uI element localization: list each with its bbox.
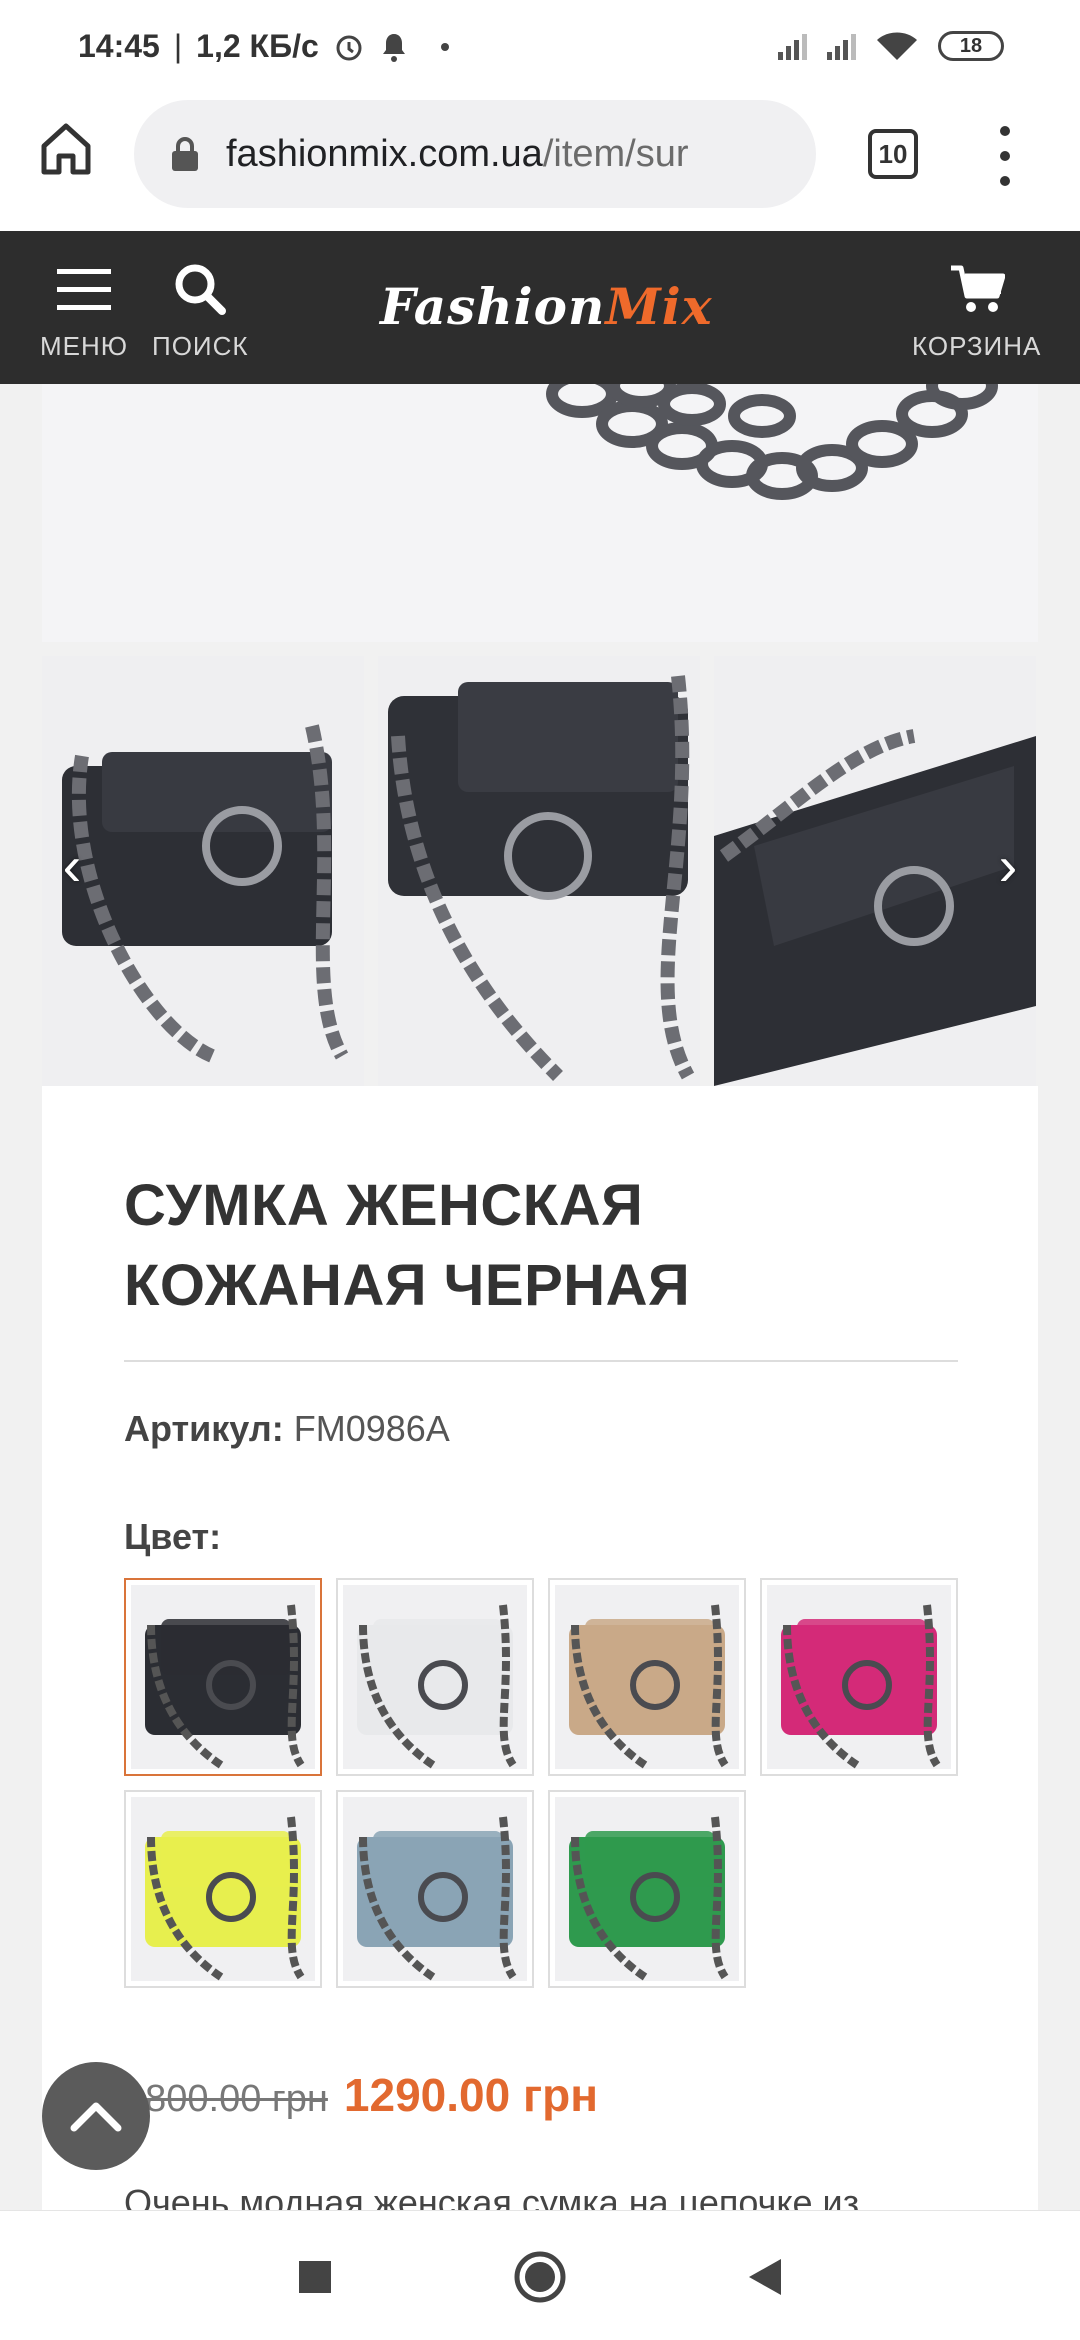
color-swatch-green[interactable] xyxy=(548,1790,746,1988)
dot-icon xyxy=(440,42,449,51)
browser-toolbar: fashionmix.com.ua/item/sur 10 xyxy=(0,96,1080,231)
circle-icon xyxy=(514,2251,566,2303)
url-text: fashionmix.com.ua/item/sur xyxy=(226,132,689,175)
color-swatch-pink[interactable] xyxy=(760,1578,958,1776)
gallery-next-arrow[interactable]: › xyxy=(988,836,1028,896)
color-label: Цвет: xyxy=(124,1516,222,1557)
menu-icon xyxy=(57,269,112,310)
current-price: 1290.00 грн xyxy=(343,2069,599,2121)
product-main-image[interactable] xyxy=(42,384,1038,642)
site-logo[interactable]: FashionMix xyxy=(380,277,713,336)
product-title: СУМКА ЖЕНСКАЯ КОЖАНАЯ ЧЕРНАЯ xyxy=(124,1173,691,1318)
system-nav-bar xyxy=(0,2210,1080,2340)
home-icon xyxy=(41,123,91,175)
wifi-icon xyxy=(877,32,917,60)
product-sku: Артикул: FM0986A xyxy=(124,1408,450,1449)
site-header: МЕНЮ ПОИСК FashionMix КОРЗИНА xyxy=(0,231,1080,384)
color-swatches xyxy=(124,1578,958,1988)
product-page: ‹ › СУМКА ЖЕНСКАЯ КОЖАНАЯ ЧЕРНАЯ Артикул… xyxy=(42,384,1038,2296)
bell-icon xyxy=(382,33,405,62)
thumbnail-strip: ‹ › xyxy=(42,656,1038,1086)
search-button[interactable]: ПОИСК xyxy=(152,259,249,362)
address-bar[interactable]: fashionmix.com.ua/item/sur xyxy=(134,100,816,208)
tab-switcher-button[interactable]: 10 xyxy=(868,129,918,179)
alarm-icon xyxy=(336,35,362,60)
cart-button[interactable]: КОРЗИНА xyxy=(912,259,1041,362)
gallery-prev-arrow[interactable]: ‹ xyxy=(52,836,92,896)
color-swatch-blue[interactable] xyxy=(336,1790,534,1988)
battery-icon: 18 xyxy=(938,31,1004,61)
thumbnail-2[interactable] xyxy=(378,656,700,1086)
product-info-card: СУМКА ЖЕНСКАЯ КОЖАНАЯ ЧЕРНАЯ Артикул: FM… xyxy=(42,1086,1038,2296)
color-swatch-white[interactable] xyxy=(336,1578,534,1776)
triangle-back-icon xyxy=(749,2259,781,2295)
lock-icon xyxy=(170,136,200,172)
chain-image xyxy=(42,384,1038,642)
menu-button[interactable]: МЕНЮ xyxy=(40,259,128,362)
signal-icon xyxy=(778,32,807,60)
divider xyxy=(124,1360,958,1362)
chevron-up-icon xyxy=(70,2102,122,2132)
more-menu-button[interactable] xyxy=(990,126,1020,186)
signal-icon xyxy=(827,32,856,60)
price-row: 1800.00 грн 1290.00 грн xyxy=(124,2068,956,2122)
status-time: 14:45 xyxy=(78,28,160,64)
home-nav-button[interactable] xyxy=(510,2247,570,2307)
status-bar: 14:45 | 1,2 КБ/с 18 xyxy=(0,0,1080,96)
recents-button[interactable] xyxy=(285,2247,345,2307)
back-button[interactable] xyxy=(735,2247,795,2307)
square-icon xyxy=(299,2261,331,2293)
cart-icon xyxy=(950,265,1005,312)
color-swatch-beige[interactable] xyxy=(548,1578,746,1776)
color-swatch-black[interactable] xyxy=(124,1578,322,1776)
status-net-speed: 1,2 КБ/с xyxy=(196,28,319,64)
color-swatch-yellow[interactable] xyxy=(124,1790,322,1988)
old-price: 1800.00 грн xyxy=(124,2078,328,2120)
home-button[interactable] xyxy=(36,118,96,178)
search-icon xyxy=(175,264,227,315)
scroll-to-top-button[interactable] xyxy=(42,2062,150,2170)
